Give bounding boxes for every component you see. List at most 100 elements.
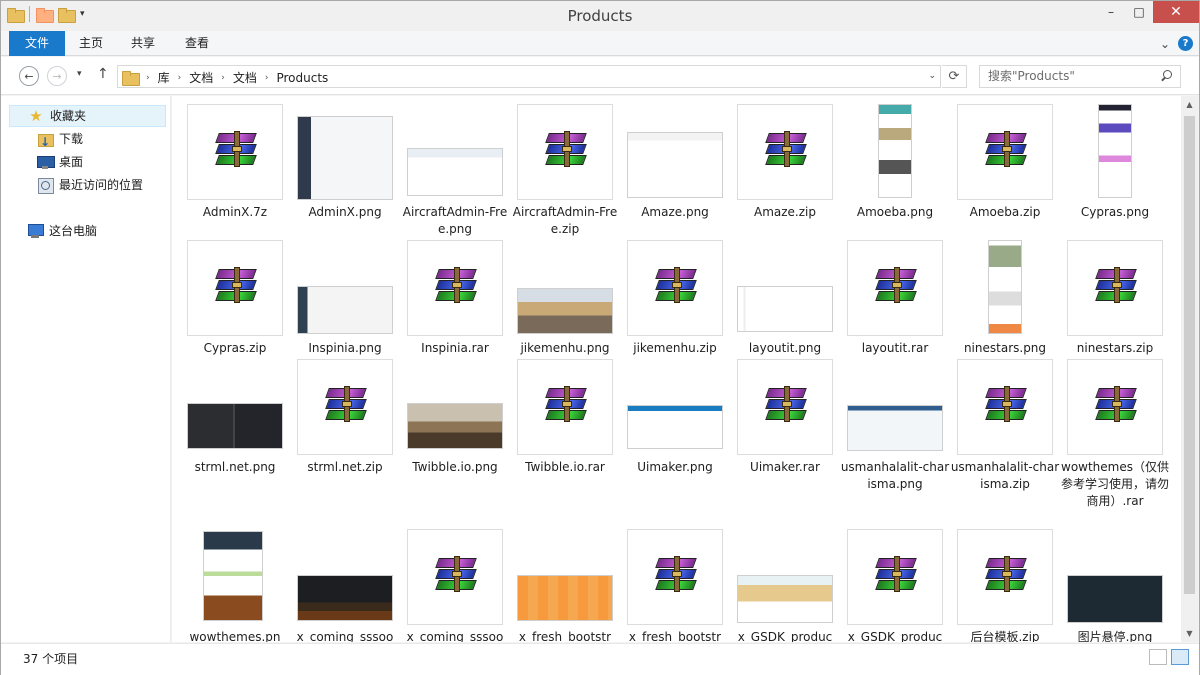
recent-locations-button[interactable]: ▾: [77, 69, 82, 79]
scroll-down-button[interactable]: ▼: [1181, 625, 1198, 642]
file-name: Twibble.io.png: [412, 460, 498, 474]
file-item-layoutit-png[interactable]: layoutit.png: [730, 240, 840, 370]
file-item-uimaker-png[interactable]: Uimaker.png: [620, 359, 730, 489]
address-history-button[interactable]: ⌄: [928, 71, 936, 81]
file-item-aircraftadmin-free-png[interactable]: AircraftAdmin-Free.png: [400, 104, 510, 236]
breadcrumb: › 库 › 文档 › 文档 › Products: [122, 69, 328, 86]
sidebar-item-this-pc[interactable]: 这台电脑: [27, 220, 97, 242]
file-item-aircraftadmin-free-zip[interactable]: AircraftAdmin-Free.zip: [510, 104, 620, 236]
thumbnail-frame: [187, 104, 283, 200]
sidebar-item-downloads[interactable]: 下载: [37, 128, 83, 153]
breadcrumb-separator[interactable]: ›: [221, 73, 225, 83]
file-name: usmanhalalit-charisma.zip: [950, 460, 1060, 491]
file-item-ninestars-png[interactable]: ninestars.png: [950, 240, 1060, 370]
sidebar-item-favorites[interactable]: ★ 收藏夹: [9, 105, 166, 127]
maximize-button[interactable]: □: [1125, 1, 1153, 23]
image-thumbnail: [878, 104, 912, 198]
file-item-adminx-png[interactable]: AdminX.png: [290, 104, 400, 234]
breadcrumb-separator[interactable]: ›: [265, 73, 269, 83]
file-item-cypras-png[interactable]: Cypras.png: [1060, 104, 1170, 234]
forward-button[interactable]: →: [47, 66, 67, 86]
file-item-strml-net-png[interactable]: strml.net.png: [180, 359, 290, 489]
file-item-uimaker-rar[interactable]: Uimaker.rar: [730, 359, 840, 489]
address-bar[interactable]: › 库 › 文档 › 文档 › Products ⌄: [117, 65, 941, 88]
customize-toolbar-button[interactable]: ▾: [80, 9, 85, 19]
file-name: Amaze.png: [641, 205, 709, 219]
close-button[interactable]: ✕: [1153, 1, 1199, 23]
file-item-amaze-png[interactable]: Amaze.png: [620, 104, 730, 234]
scroll-up-button[interactable]: ▲: [1181, 96, 1198, 113]
file-name: Uimaker.png: [637, 460, 713, 474]
file-item-amaze-zip[interactable]: Amaze.zip: [730, 104, 840, 234]
search-box[interactable]: [979, 65, 1181, 88]
file-item-cypras-zip[interactable]: Cypras.zip: [180, 240, 290, 370]
thumbnail-frame: [957, 104, 1053, 200]
file-item-adminx-7z[interactable]: AdminX.7z: [180, 104, 290, 234]
computer-icon: [27, 223, 44, 239]
up-button[interactable]: ↑: [97, 66, 109, 82]
tab-home[interactable]: 主页: [67, 31, 115, 56]
file-item-usmanhalalit-charisma-zip[interactable]: usmanhalalit-charisma.zip: [950, 359, 1060, 491]
file-item-strml-net-zip[interactable]: strml.net.zip: [290, 359, 400, 489]
vertical-scrollbar[interactable]: ▲ ▼: [1181, 96, 1198, 642]
details-view-button[interactable]: [1149, 649, 1167, 665]
file-item-twibble-io-rar[interactable]: Twibble.io.rar: [510, 359, 620, 489]
file-name: strml.net.png: [194, 460, 276, 474]
winrar-archive-icon: [873, 556, 919, 598]
file-item-x-coming-sssoo[interactable]: x_coming_sssoo: [290, 529, 400, 642]
file-name: Amoeba.png: [856, 205, 934, 219]
breadcrumb-products[interactable]: Products: [276, 71, 328, 85]
file-item-x-gsdk-produc[interactable]: x_GSDK_produc: [840, 529, 950, 642]
file-item-jikemenhu-png[interactable]: jikemenhu.png: [510, 240, 620, 370]
breadcrumb-library[interactable]: 库: [158, 69, 170, 86]
image-thumbnail: [407, 148, 503, 196]
file-item-amoeba-png[interactable]: Amoeba.png: [840, 104, 950, 234]
file-item-zip[interactable]: 后台模板.zip: [950, 529, 1060, 642]
file-item-amoeba-zip[interactable]: Amoeba.zip: [950, 104, 1060, 234]
file-item-png[interactable]: 图片悬停.png: [1060, 529, 1170, 642]
properties-icon[interactable]: [36, 7, 54, 23]
breadcrumb-separator[interactable]: ›: [146, 73, 150, 83]
winrar-archive-icon: [1093, 386, 1139, 428]
star-icon: ★: [29, 107, 43, 125]
tab-file[interactable]: 文件: [9, 31, 65, 56]
sidebar-item-desktop[interactable]: 桌面: [37, 151, 83, 173]
expand-ribbon-icon[interactable]: ⌄: [1160, 37, 1170, 51]
thumbnail-frame: [1067, 240, 1163, 336]
file-item-x-fresh-bootstr[interactable]: x_fresh_bootstr: [510, 529, 620, 642]
file-item-layoutit-rar[interactable]: layoutit.rar: [840, 240, 950, 370]
file-name: layoutit.rar: [861, 341, 929, 355]
search-input[interactable]: [988, 69, 1153, 83]
thumbnail-frame: [517, 359, 613, 455]
large-icons-view-button[interactable]: [1171, 649, 1189, 665]
tab-share[interactable]: 共享: [119, 31, 167, 56]
file-item-ninestars-zip[interactable]: ninestars.zip: [1060, 240, 1170, 370]
breadcrumb-documents[interactable]: 文档: [189, 69, 213, 86]
scrollbar-thumb[interactable]: [1184, 116, 1195, 594]
back-button[interactable]: ←: [19, 66, 39, 86]
file-item-x-fresh-bootstr[interactable]: x_fresh_bootstr: [620, 529, 730, 642]
file-item-twibble-io-png[interactable]: Twibble.io.png: [400, 359, 510, 489]
file-item-usmanhalalit-charisma-png[interactable]: usmanhalalit-charisma.png: [840, 359, 950, 491]
file-item-x-gsdk-produc[interactable]: x_GSDK_produc: [730, 529, 840, 642]
file-item-wowthemes-pn[interactable]: wowthemes.pn: [180, 529, 290, 642]
breadcrumb-separator[interactable]: ›: [178, 73, 182, 83]
file-name: ninestars.png: [963, 341, 1047, 355]
quick-access-toolbar: ▾: [7, 6, 85, 23]
file-item-x-coming-sssoo[interactable]: x_coming_sssoo: [400, 529, 510, 642]
file-item-jikemenhu-zip[interactable]: jikemenhu.zip: [620, 240, 730, 370]
search-icon[interactable]: [1160, 70, 1172, 82]
file-item-wowthemes-rar[interactable]: wowthemes（仅供参考学习使用，请勿商用）.rar: [1060, 359, 1170, 508]
new-folder-icon[interactable]: [58, 7, 76, 23]
file-item-inspinia-rar[interactable]: Inspinia.rar: [400, 240, 510, 370]
winrar-archive-icon: [653, 267, 699, 309]
sidebar-item-recent[interactable]: 最近访问的位置: [37, 174, 143, 196]
refresh-button[interactable]: ⟳: [942, 65, 967, 88]
minimize-button[interactable]: –: [1097, 1, 1125, 23]
breadcrumb-documents-2[interactable]: 文档: [233, 69, 257, 86]
image-thumbnail: [203, 531, 263, 621]
tab-view[interactable]: 查看: [173, 31, 221, 56]
file-name: Inspinia.png: [308, 341, 382, 355]
help-icon[interactable]: ?: [1178, 36, 1193, 51]
file-item-inspinia-png[interactable]: Inspinia.png: [290, 240, 400, 370]
